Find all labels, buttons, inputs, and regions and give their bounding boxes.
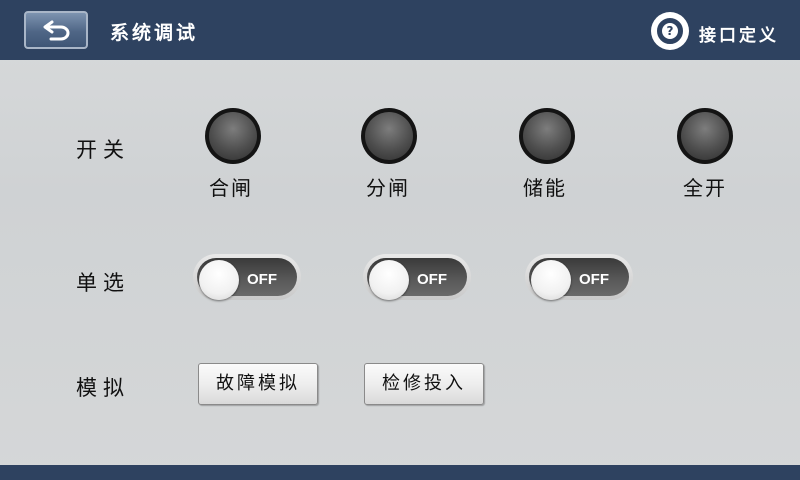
maintenance-input-button[interactable]: 检修投入 [364,363,484,405]
toggle-switch-1[interactable]: OFF [193,254,301,300]
toggle-knob [199,260,239,300]
title-bar: 系统调试 ? 接口定义 [0,0,800,60]
simulation-row-label: 模拟 [76,376,130,400]
back-arrow-icon [43,20,70,41]
help-icon: ? [651,12,689,50]
interface-definition-button[interactable]: ? 接口定义 [651,12,791,50]
toggle-state-label: OFF [579,271,609,288]
help-glyph: ? [662,23,678,39]
close-indicator-lamp [205,108,261,164]
toggle-knob [531,260,571,300]
close-indicator-label: 合闸 [209,176,253,200]
full-open-indicator-label: 全开 [683,176,727,200]
toggle-state-label: OFF [247,271,277,288]
charged-indicator-label: 储能 [523,176,567,200]
interface-definition-label: 接口定义 [699,26,779,46]
page-title: 系统调试 [110,22,199,44]
fault-simulation-button[interactable]: 故障模拟 [198,363,318,405]
toggle-switch-3[interactable]: OFF [525,254,633,300]
toggle-knob [369,260,409,300]
open-indicator-lamp [361,108,417,164]
full-open-indicator-lamp [677,108,733,164]
open-indicator-label: 分闸 [366,176,410,200]
toggle-state-label: OFF [417,271,447,288]
bottom-bar [0,465,800,480]
toggle-switch-2[interactable]: OFF [363,254,471,300]
radio-row-label: 单选 [76,271,130,295]
charged-indicator-lamp [519,108,575,164]
back-button[interactable] [24,11,88,49]
switch-row-label: 开关 [76,138,130,162]
